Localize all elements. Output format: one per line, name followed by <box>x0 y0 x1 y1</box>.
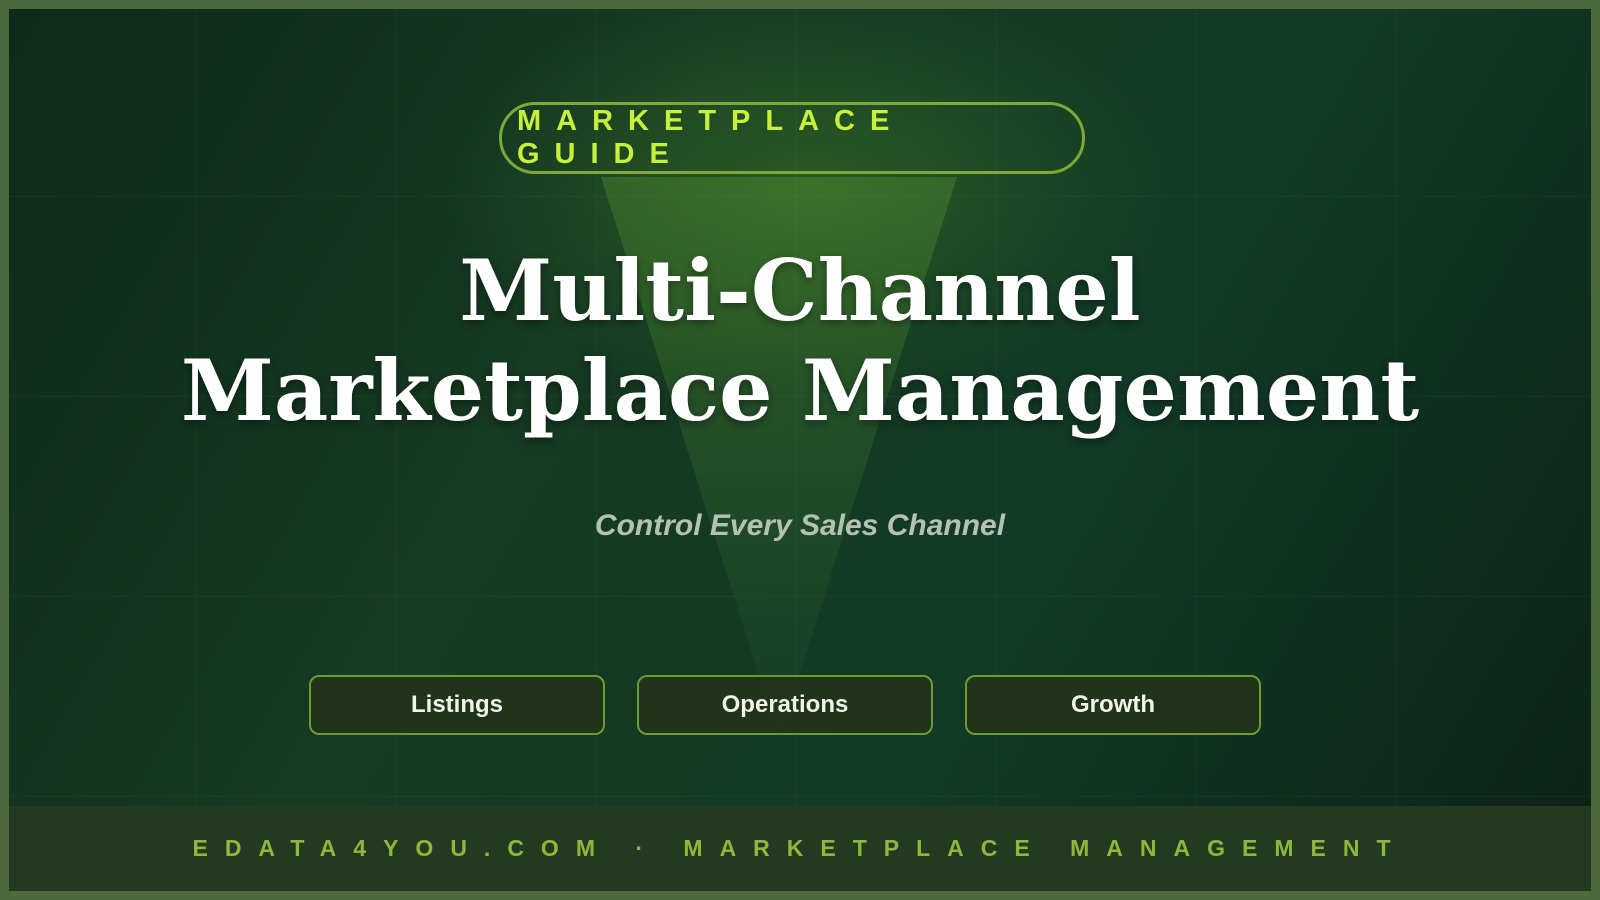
slide: MARKETPLACE GUIDE Multi-Channel Marketpl… <box>9 9 1591 891</box>
title-line-2: Marketplace Management <box>180 341 1420 440</box>
title-line-1: Multi-Channel <box>459 241 1141 340</box>
footer-bar: EDATA4YOU.COM · MARKETPLACE MANAGEMENT <box>9 806 1591 891</box>
tag-listings[interactable]: Listings <box>309 675 605 735</box>
tag-operations[interactable]: Operations <box>637 675 933 735</box>
tag-growth[interactable]: Growth <box>965 675 1261 735</box>
page-title: Multi-Channel Marketplace Management <box>9 241 1591 441</box>
guide-badge: MARKETPLACE GUIDE <box>499 102 1085 174</box>
badge-label: MARKETPLACE GUIDE <box>517 105 905 170</box>
subtitle: Control Every Sales Channel <box>594 509 1006 542</box>
topic-tags: Listings Operations Growth <box>309 675 1261 735</box>
footer-text: EDATA4YOU.COM · MARKETPLACE MANAGEMENT <box>192 835 1408 861</box>
